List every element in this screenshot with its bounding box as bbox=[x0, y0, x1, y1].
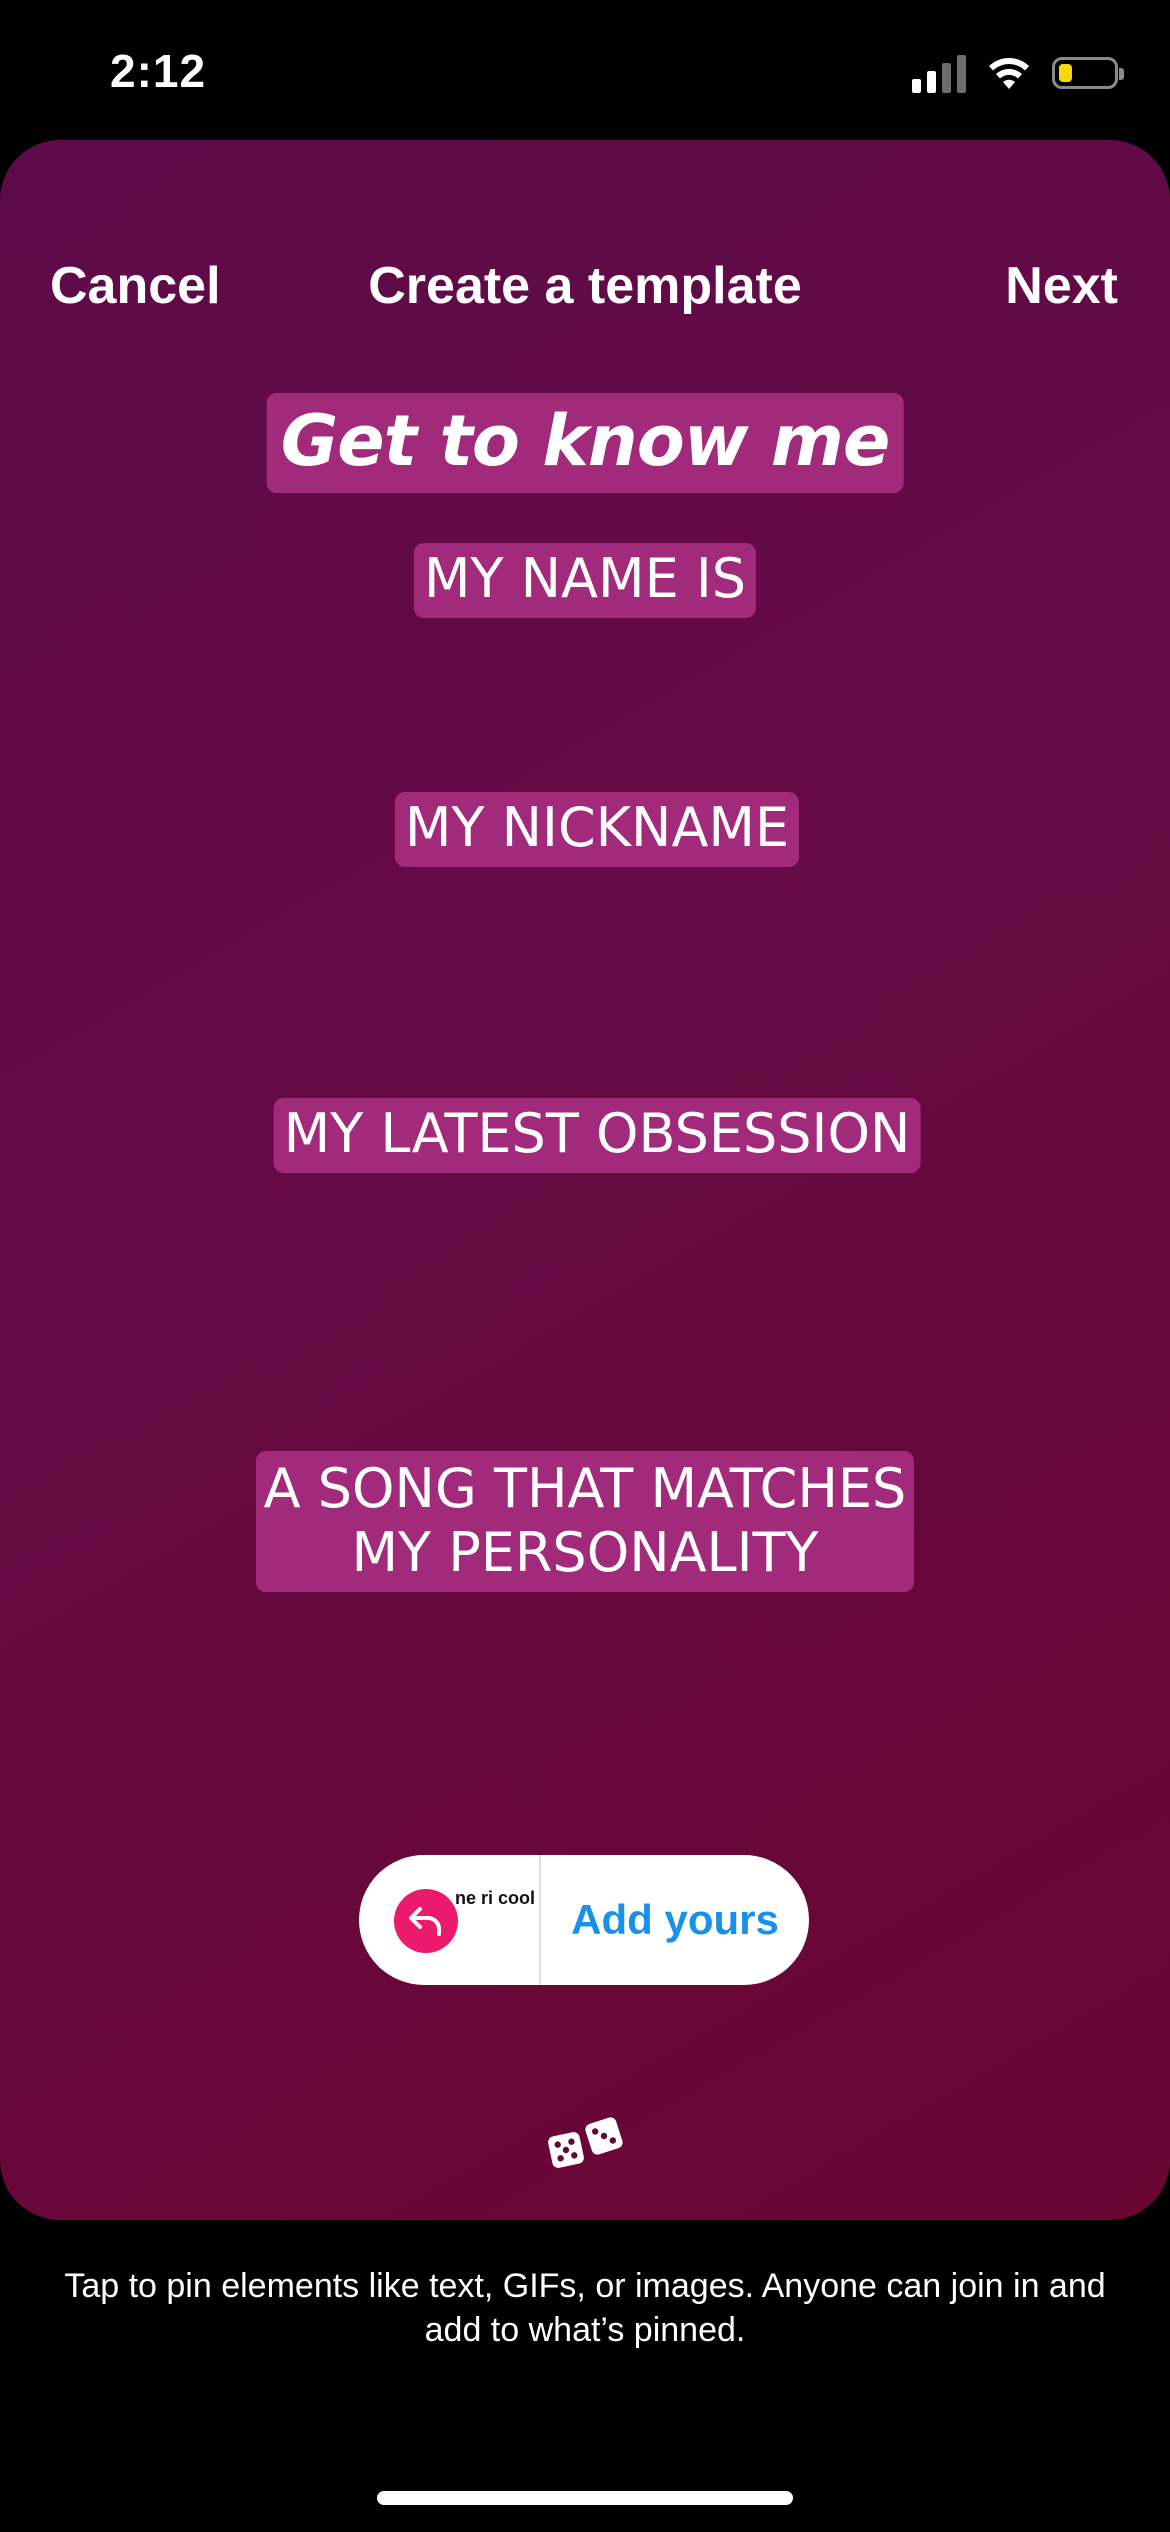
add-yours-label[interactable]: Add yours bbox=[541, 1896, 809, 1944]
prompt-song-personality[interactable]: A SONG THAT MATCHES MY PERSONALITY bbox=[256, 1451, 914, 1593]
reply-arrow-icon bbox=[394, 1889, 458, 1953]
template-headline[interactable]: Get to know me bbox=[266, 393, 904, 493]
template-card: Cancel Create a template Next Get to kno… bbox=[0, 140, 1170, 2220]
prompt-my-latest-obsession[interactable]: MY LATEST OBSESSION bbox=[273, 1098, 921, 1173]
battery-icon bbox=[1052, 57, 1124, 89]
status-time: 2:12 bbox=[110, 45, 207, 97]
add-yours-sticker[interactable]: ne ri cool Add yours bbox=[359, 1855, 809, 1985]
sticker-logo-text: ne ri cool bbox=[455, 1888, 536, 1908]
cellular-signal-icon bbox=[912, 53, 966, 93]
prompt-my-nickname[interactable]: MY NICKNAME bbox=[394, 792, 800, 867]
prompt-my-name-is[interactable]: MY NAME IS bbox=[413, 543, 757, 618]
signal-bar bbox=[927, 71, 936, 93]
battery-fill bbox=[1059, 64, 1072, 82]
cancel-button[interactable]: Cancel bbox=[50, 260, 221, 312]
home-indicator[interactable] bbox=[377, 2491, 793, 2505]
sticker-logo: ne ri cool bbox=[455, 1889, 535, 1908]
page-title-text: Create a template bbox=[368, 257, 802, 315]
signal-bar bbox=[957, 55, 966, 93]
sticker-preview: ne ri cool bbox=[359, 1855, 541, 1985]
dice-icon[interactable] bbox=[546, 2112, 626, 2177]
next-button[interactable]: Next bbox=[1005, 260, 1118, 312]
screen: 2:12 Cancel Create a template Next Get t… bbox=[0, 0, 1170, 2532]
signal-bar bbox=[912, 79, 921, 93]
wifi-icon bbox=[986, 55, 1032, 91]
signal-bar bbox=[942, 63, 951, 93]
status-icons bbox=[912, 50, 1124, 96]
pin-hint-text: Tap to pin elements like text, GIFs, or … bbox=[64, 2267, 1106, 2349]
